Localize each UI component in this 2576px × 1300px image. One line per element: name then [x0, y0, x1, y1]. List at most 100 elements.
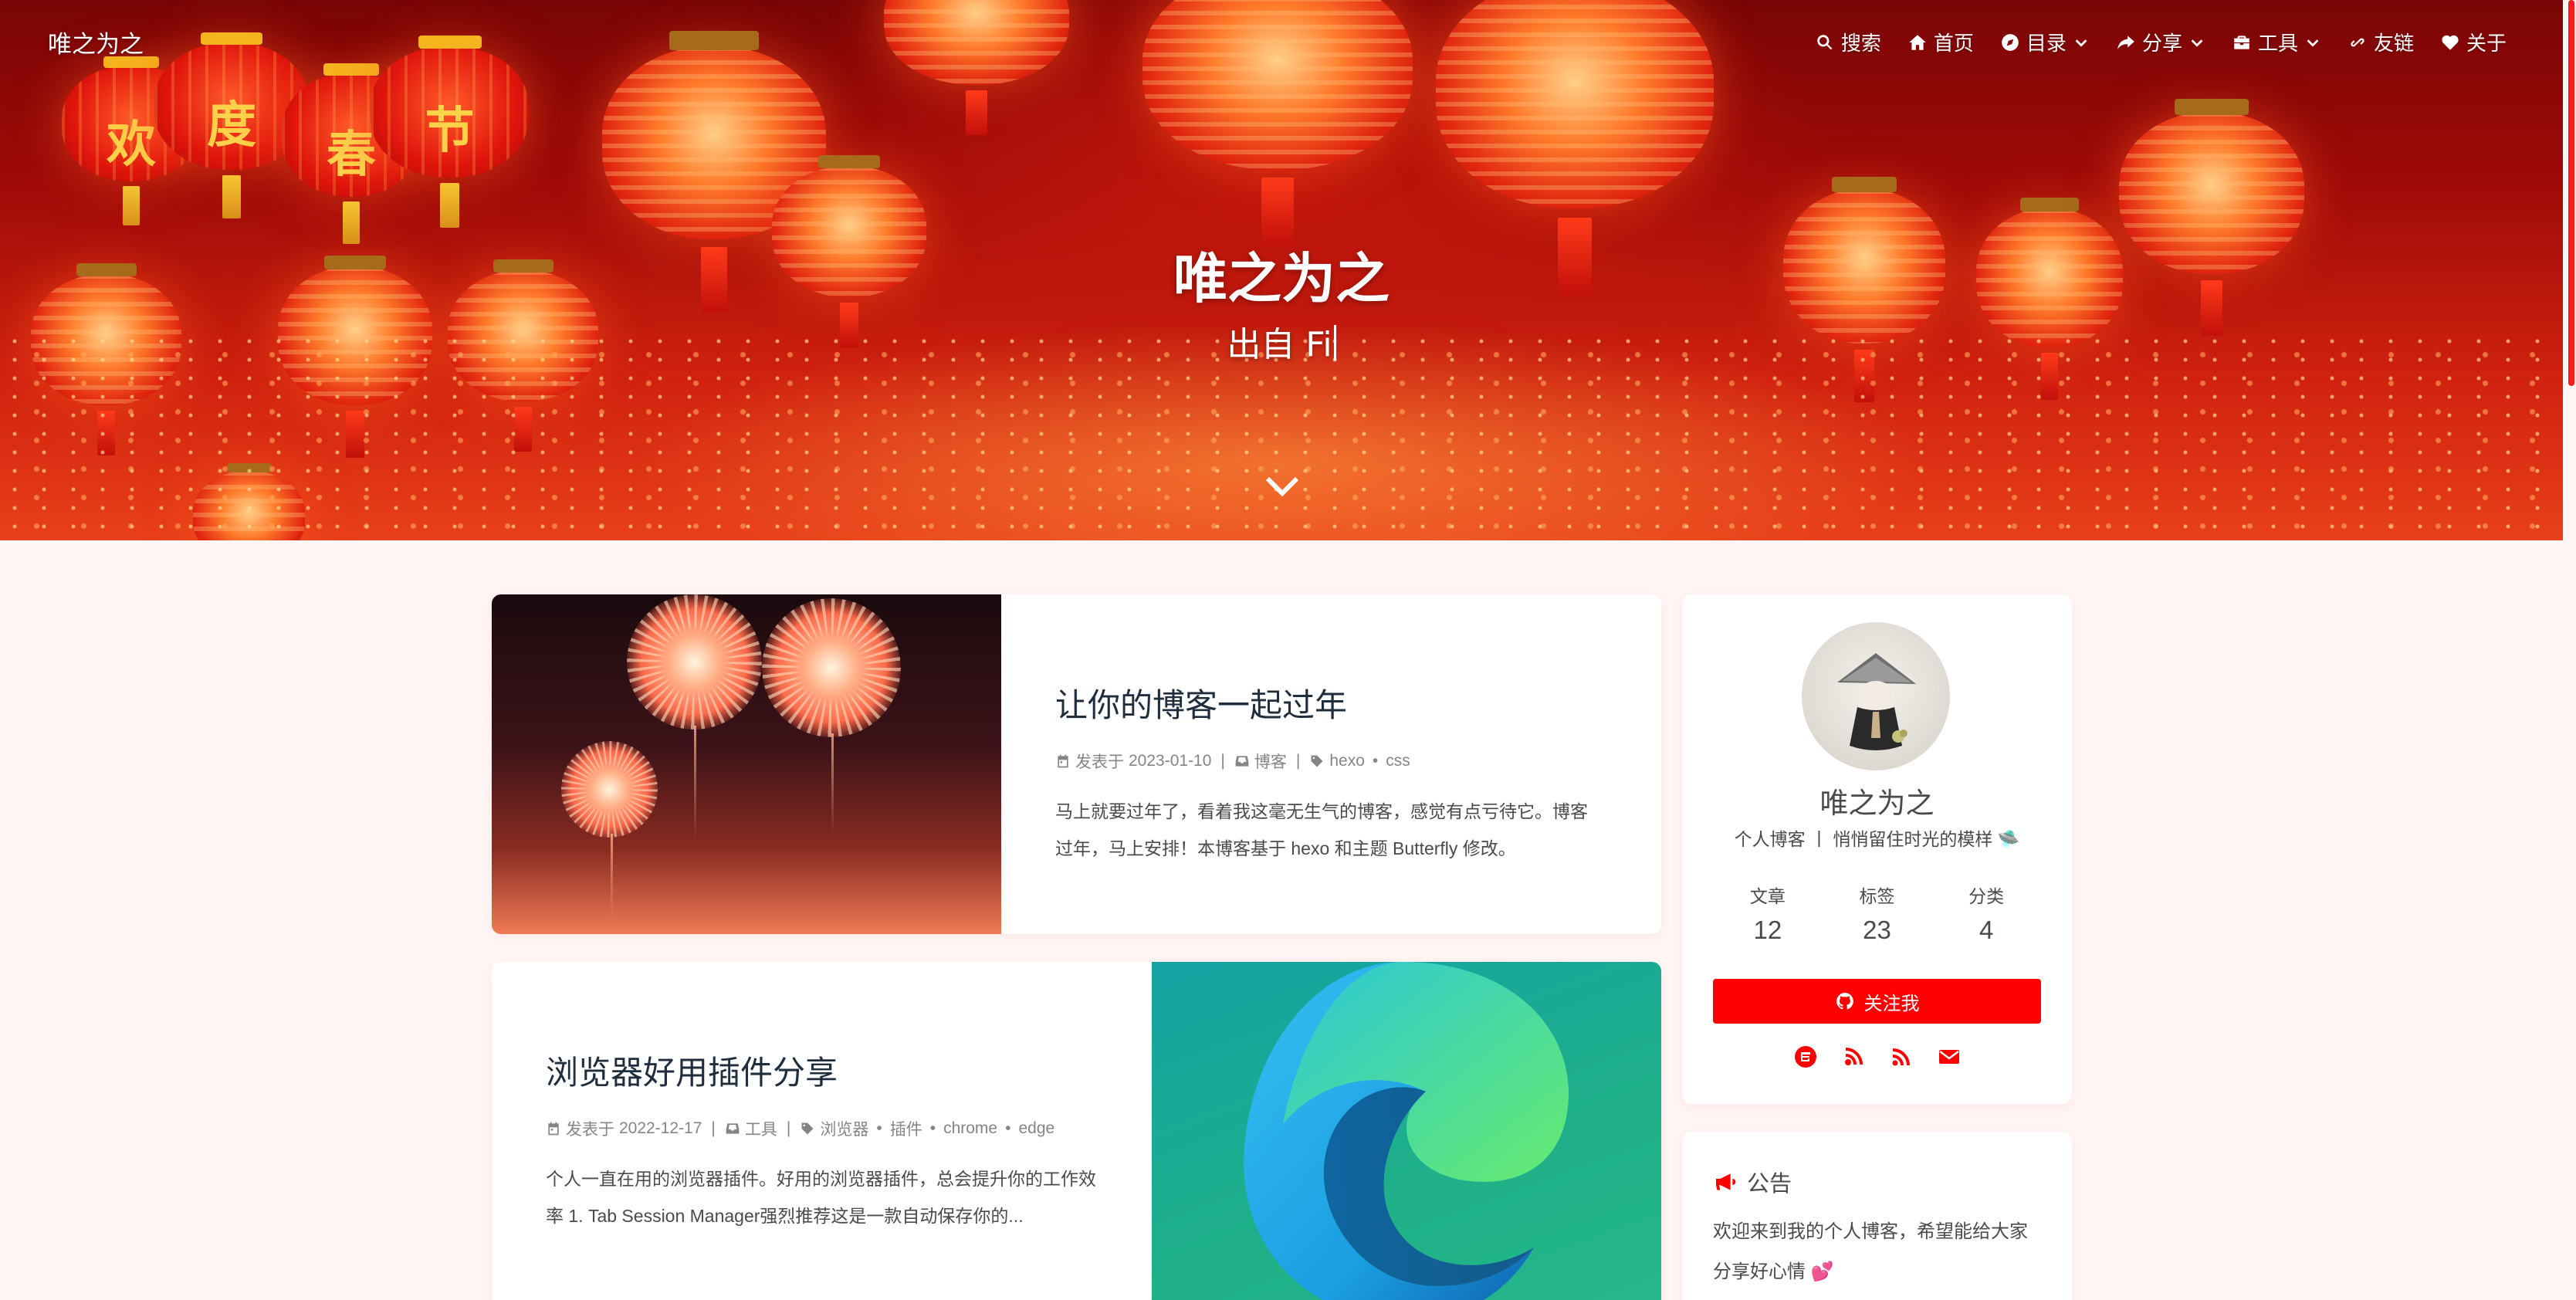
post-cover-fireworks[interactable] — [492, 594, 1001, 934]
lantern-decoration — [1436, 0, 1714, 296]
post-tag[interactable]: 插件 — [890, 1117, 922, 1140]
author-description: 个人博客 丨 悄悄留住时光的模样 🛸 — [1734, 829, 2020, 849]
post-meta: 发表于 2022-12-17 | 工具 | 浏览器 • 插件 • chrome … — [546, 1117, 1102, 1140]
meta-separator: | — [1295, 752, 1301, 770]
nav-item-share[interactable]: 分享 — [2116, 28, 2205, 56]
avatar[interactable] — [1802, 622, 1950, 770]
post-cover-edge-logo[interactable] — [1152, 962, 1661, 1300]
meta-separator: | — [711, 1119, 716, 1137]
post-date: 2023-01-10 — [1129, 752, 1212, 770]
lantern-decoration — [1142, 0, 1413, 246]
chevron-down-icon — [2191, 39, 2203, 47]
follow-button-label: 关注我 — [1863, 993, 1920, 1014]
avatar-monk-icon — [1837, 653, 1916, 750]
typing-cursor — [1333, 325, 1336, 361]
firework-decoration — [627, 594, 762, 730]
gitee-icon[interactable] — [1793, 1044, 1818, 1069]
github-icon — [1836, 993, 1853, 1010]
post-card: 让你的博客一起过年 发表于 2023-01-10 | 博客 | hexo • c… — [492, 594, 1661, 934]
nav-item-label: 分享 — [2141, 32, 2182, 55]
stat-value: 4 — [1979, 916, 1994, 944]
follow-button[interactable]: 关注我 — [1713, 979, 2041, 1024]
page-scrollbar-track[interactable] — [2563, 0, 2576, 1300]
post-tag[interactable]: chrome — [943, 1119, 997, 1138]
post-excerpt: 马上就要过年了，看着我这毫无生气的博客，感觉有点亏待它。博客过年，马上安排！本博… — [1055, 801, 1588, 858]
lantern-decoration: 节 — [371, 36, 529, 228]
post-tag[interactable]: edge — [1018, 1119, 1054, 1138]
stat-articles[interactable]: 文章 12 — [1750, 882, 1786, 945]
nav-item-tools[interactable]: 工具 — [2232, 28, 2321, 56]
chevron-down-icon — [2307, 39, 2319, 47]
nav-item-friends[interactable]: 友链 — [2348, 28, 2414, 56]
announcement-header: 公告 — [1713, 1166, 1792, 1198]
nav-item-catalog[interactable]: 目录 — [2000, 28, 2090, 56]
author-stats: 文章 12 标签 23 分类 4 — [1713, 882, 2041, 945]
nav-item-home[interactable]: 首页 — [1907, 28, 1974, 56]
tag-icon — [1311, 755, 1323, 767]
social-links — [1682, 1044, 2072, 1069]
post-card: 浏览器好用插件分享 发表于 2022-12-17 | 工具 | 浏览器 • 插件… — [492, 962, 1661, 1300]
site-subtitle: 出自 Fi — [0, 317, 2563, 366]
stat-value: 12 — [1753, 916, 1782, 944]
author-name: 唯之为之 — [1819, 787, 1935, 819]
post-category[interactable]: 博客 — [1254, 750, 1287, 773]
post-title[interactable]: 让你的博客一起过年 — [1055, 679, 1596, 726]
bullhorn-icon — [1716, 1173, 1736, 1190]
search-icon — [1817, 34, 1833, 49]
announcement-text: 欢迎来到我的个人博客，希望能给大家分享好心情 💕 — [1713, 1221, 2028, 1282]
inbox-icon — [726, 1123, 740, 1134]
edge-logo-icon — [1244, 962, 1569, 1300]
firework-decoration — [561, 741, 658, 838]
nav-item-label: 首页 — [1933, 32, 1974, 55]
stat-label: 分类 — [1968, 886, 2005, 906]
firework-trail — [694, 726, 696, 841]
post-category[interactable]: 工具 — [745, 1117, 777, 1140]
inbox-icon — [1235, 756, 1249, 767]
author-card: 唯之为之 个人博客 丨 悄悄留住时光的模样 🛸 文章 12 标签 23 分类 4… — [1682, 594, 2072, 1104]
stat-label: 标签 — [1859, 886, 1895, 906]
post-tag[interactable]: 浏览器 — [820, 1117, 868, 1140]
post-info: 让你的博客一起过年 发表于 2023-01-10 | 博客 | hexo • c… — [1055, 679, 1596, 867]
nav-item-label: 搜索 — [1840, 32, 1881, 55]
firework-trail — [611, 834, 613, 919]
main-nav: 搜索 首页 目录 分享 工具 友链 关于 — [1815, 28, 2507, 56]
link-icon — [2351, 38, 2364, 46]
meta-separator: | — [786, 1119, 791, 1137]
scroll-down-button[interactable] — [1263, 472, 1302, 500]
post-date-label: 发表于 — [1075, 753, 1124, 771]
chevron-down-icon — [1265, 476, 1299, 497]
tag-separator: • — [1005, 1119, 1011, 1137]
post-tag[interactable]: hexo — [1329, 752, 1365, 770]
post-tag[interactable]: css — [1386, 752, 1410, 770]
blog-icon[interactable] — [1841, 1044, 1866, 1069]
post-info: 浏览器好用插件分享 发表于 2022-12-17 | 工具 | 浏览器 • 插件… — [546, 1047, 1102, 1234]
announcement-title: 公告 — [1747, 1172, 1792, 1197]
firework-decoration — [762, 598, 901, 737]
post-meta: 发表于 2023-01-10 | 博客 | hexo • css — [1055, 750, 1596, 773]
calendar-icon — [1058, 754, 1068, 768]
lantern-glyph: 节 — [425, 101, 475, 160]
stat-value: 23 — [1863, 916, 1891, 944]
site-brand[interactable]: 唯之为之 — [48, 25, 144, 59]
subtitle-text: 出自 Fi — [1227, 325, 1332, 364]
meta-separator: | — [1220, 752, 1225, 770]
nav-item-label: 关于 — [2466, 32, 2507, 55]
site-title: 唯之为之 — [1173, 247, 1390, 310]
compass-icon — [2002, 33, 2019, 51]
nav-item-search[interactable]: 搜索 — [1815, 28, 1881, 56]
tag-icon — [801, 1122, 814, 1135]
page-scrollbar-thumb[interactable] — [2568, 0, 2574, 386]
post-title[interactable]: 浏览器好用插件分享 — [546, 1047, 1102, 1094]
envelope-icon[interactable] — [1937, 1044, 1962, 1069]
nav-item-label: 目录 — [2026, 32, 2067, 55]
nav-item-label: 友链 — [2373, 32, 2414, 55]
toolbox-icon — [2234, 35, 2249, 49]
stat-categories[interactable]: 分类 4 — [1968, 882, 2004, 945]
nav-item-about[interactable]: 关于 — [2440, 28, 2507, 56]
tag-separator: • — [929, 1119, 936, 1137]
lantern-decoration — [884, 0, 1069, 135]
stat-tags[interactable]: 标签 23 — [1859, 882, 1894, 945]
tag-separator: • — [1372, 752, 1379, 770]
rss-icon[interactable] — [1889, 1044, 1914, 1069]
home-icon — [1909, 34, 1926, 50]
